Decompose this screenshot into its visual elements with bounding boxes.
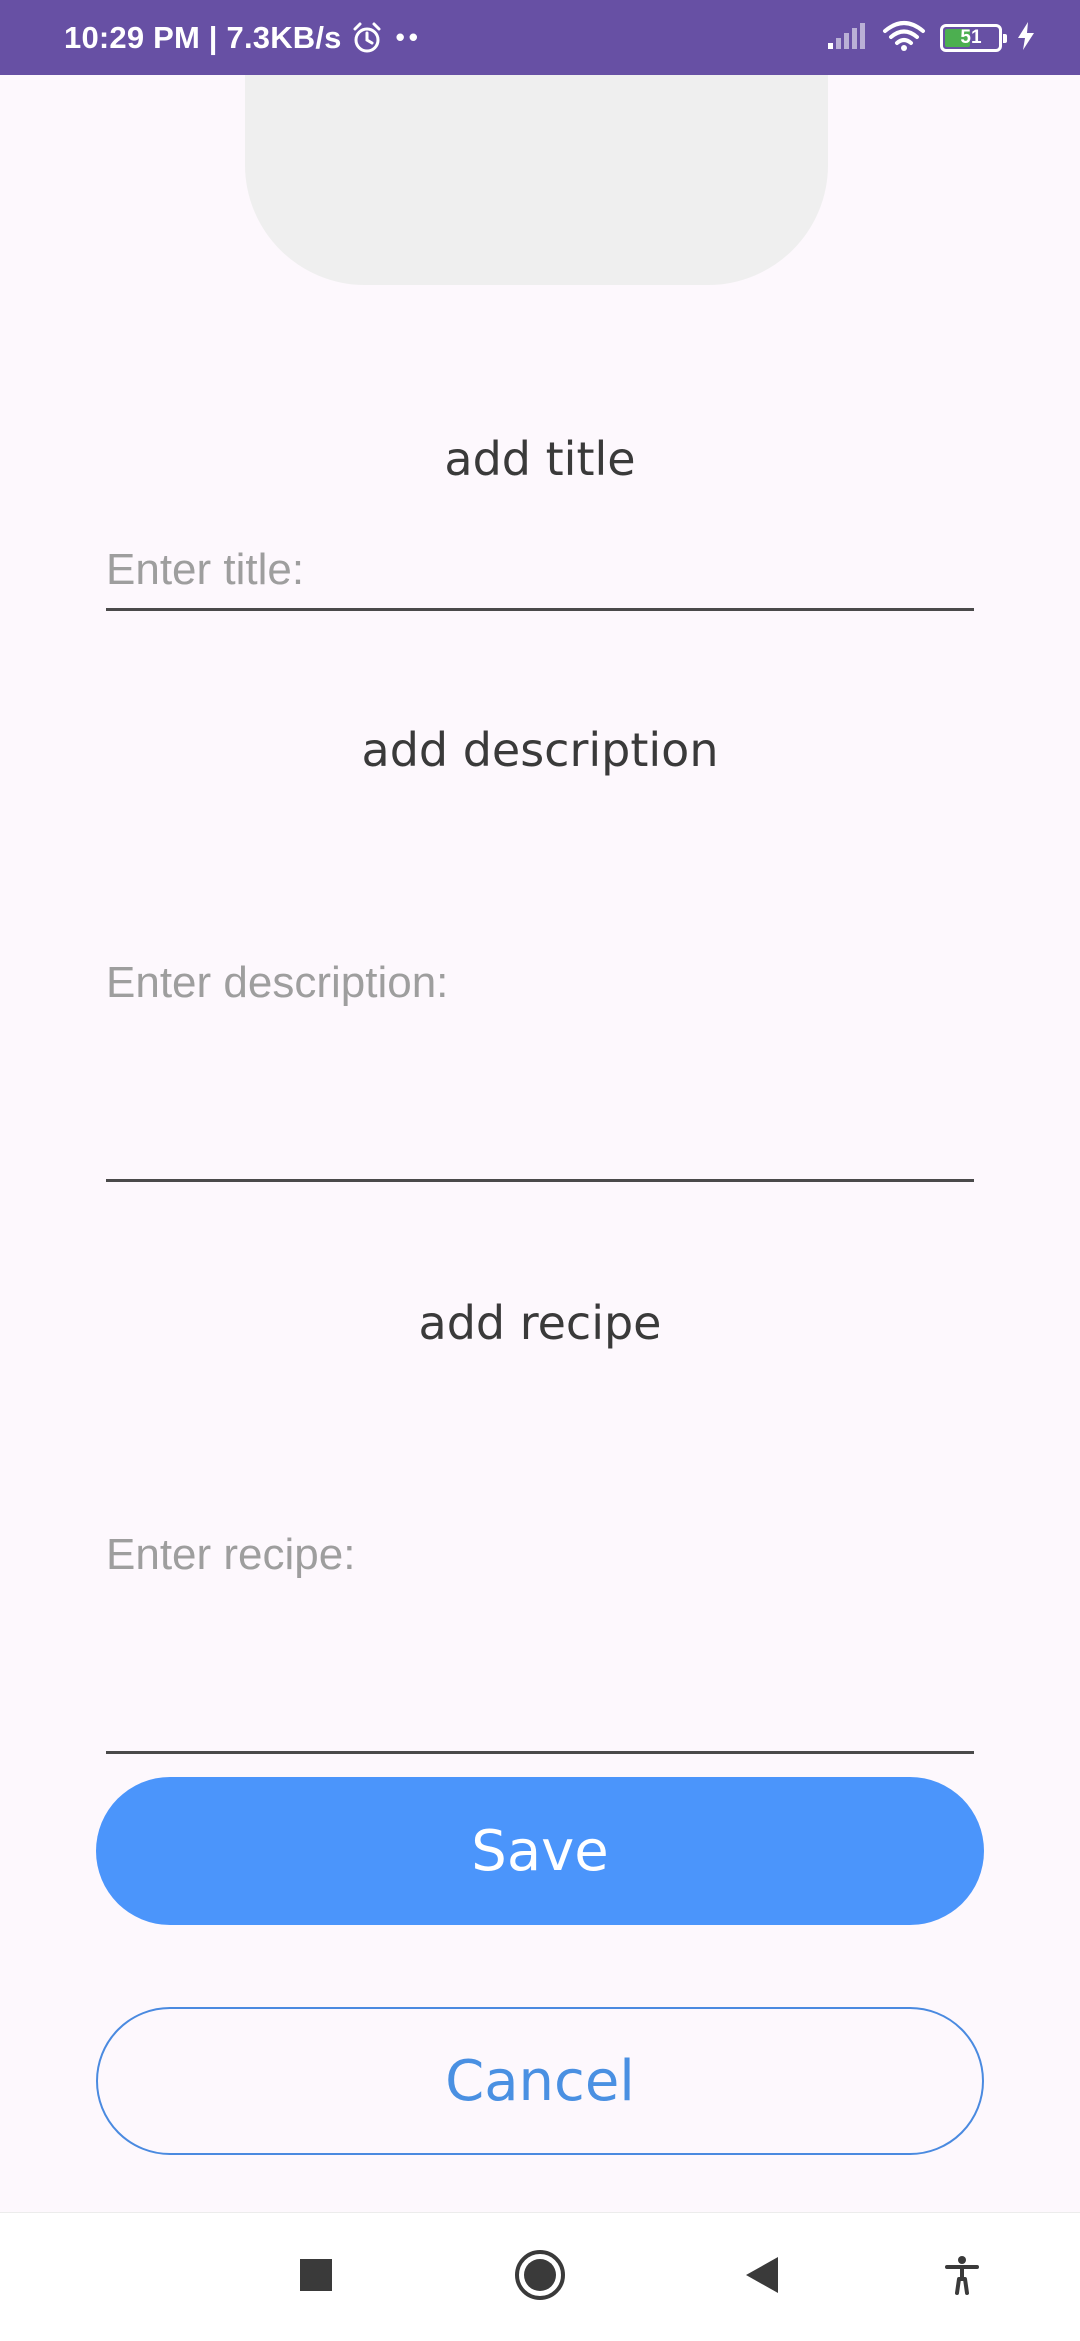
battery-level: 51 — [960, 26, 982, 48]
title-field-wrapper — [106, 535, 974, 611]
home-icon — [514, 2249, 566, 2305]
accessibility-icon — [944, 2255, 980, 2299]
title-input[interactable] — [106, 535, 974, 605]
save-button[interactable]: Save — [96, 1777, 984, 1925]
recents-icon — [299, 2258, 333, 2296]
home-button[interactable] — [500, 2213, 580, 2341]
add-title-label: add title — [444, 432, 636, 486]
add-recipe-label: add recipe — [418, 1296, 662, 1350]
recipe-image-placeholder[interactable] — [245, 75, 828, 285]
wifi-icon — [882, 20, 926, 56]
recipe-field-wrapper — [106, 1530, 974, 1754]
status-time-speed: 10:29 PM | 7.3KB/s — [64, 19, 342, 55]
back-icon — [744, 2255, 780, 2299]
recents-button[interactable] — [276, 2213, 356, 2341]
navigation-bar — [0, 2212, 1080, 2341]
recipe-input[interactable] — [106, 1530, 974, 1740]
notification-dots: •• — [395, 22, 422, 52]
add-description-label: add description — [361, 723, 719, 777]
battery-icon: 51 — [940, 23, 1007, 52]
charging-icon — [1016, 21, 1036, 55]
status-left: 10:29 PM | 7.3KB/s •• — [64, 0, 422, 75]
description-field-wrapper — [106, 958, 974, 1182]
status-right: 51 — [826, 0, 1036, 75]
alarm-icon — [350, 21, 384, 55]
status-bar: 10:29 PM | 7.3KB/s •• 51 — [0, 0, 1080, 75]
cancel-button[interactable]: Cancel — [96, 2007, 984, 2155]
signal-icon — [826, 21, 868, 55]
description-input[interactable] — [106, 958, 974, 1168]
accessibility-button[interactable] — [922, 2213, 1002, 2341]
back-button[interactable] — [722, 2213, 802, 2341]
